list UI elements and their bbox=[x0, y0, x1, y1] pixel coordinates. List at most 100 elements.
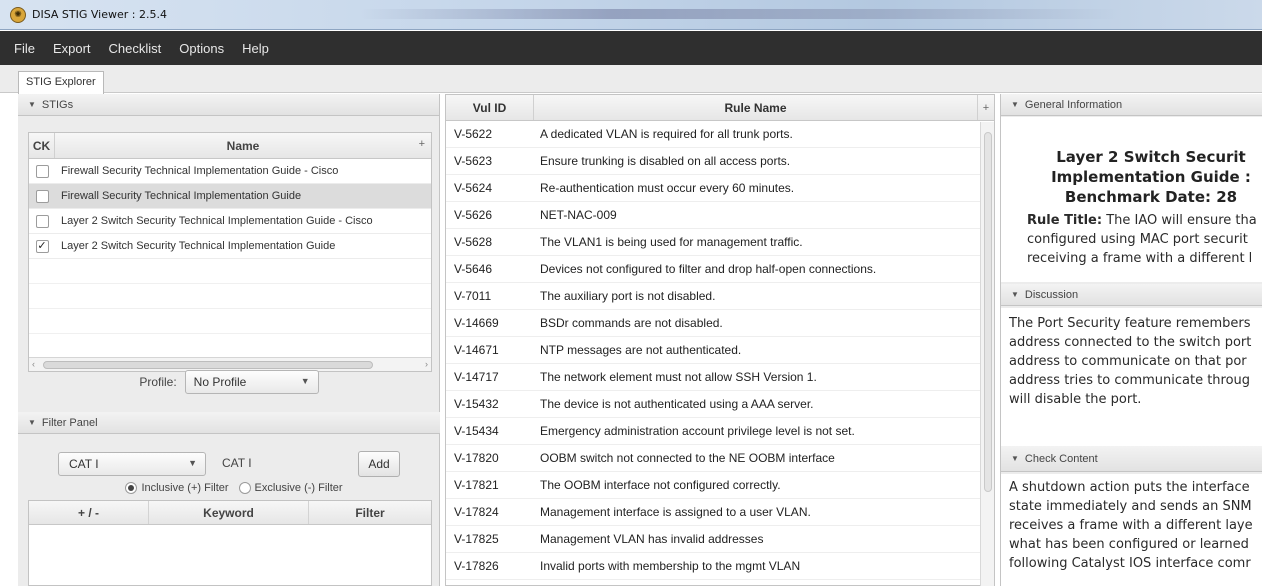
triangle-down-icon: ▼ bbox=[1011, 100, 1019, 109]
keyword-table-header: + / - Keyword Filter bbox=[29, 501, 431, 525]
general-information-body: Layer 2 Switch Securit Implementation Gu… bbox=[1001, 117, 1262, 282]
discussion-header[interactable]: ▼ Discussion bbox=[1001, 284, 1262, 306]
check-content-header[interactable]: ▼ Check Content bbox=[1001, 446, 1262, 472]
rule-name: A dedicated VLAN is required for all tru… bbox=[540, 127, 793, 141]
empty-row bbox=[29, 284, 431, 309]
column-header-name-label: Name bbox=[226, 138, 260, 153]
triangle-down-icon: ▼ bbox=[1011, 454, 1019, 463]
rule-vul-id: V-5623 bbox=[454, 154, 493, 168]
rule-title-line: configured using MAC port securit bbox=[1027, 232, 1248, 247]
rule-row[interactable]: V-17825 Management VLAN has invalid addre… bbox=[446, 526, 994, 553]
stig-checkbox[interactable] bbox=[35, 214, 49, 228]
stig-name: Firewall Security Technical Implementati… bbox=[61, 165, 339, 177]
stig-title-block: Layer 2 Switch Securit Implementation Gu… bbox=[1011, 147, 1262, 207]
keyword-filter-table: + / - Keyword Filter bbox=[28, 500, 432, 586]
stig-row[interactable]: Firewall Security Technical Implementati… bbox=[29, 184, 431, 209]
rule-row[interactable]: V-5624 Re-authentication must occur every… bbox=[446, 175, 994, 202]
check-content-text-line: state immediately and sends an SNM bbox=[1009, 499, 1252, 514]
window-title-bar: ✺ DISA STIG Viewer : 2.5.4 bbox=[0, 0, 1262, 30]
column-header-vul-id[interactable]: Vul ID bbox=[446, 95, 534, 120]
column-header-filter[interactable]: Filter bbox=[309, 501, 431, 524]
rule-row[interactable]: V-14671 NTP messages are not authenticate… bbox=[446, 337, 994, 364]
add-filter-button[interactable]: Add bbox=[358, 451, 400, 477]
rule-vul-id: V-15434 bbox=[454, 424, 499, 438]
profile-select-value: No Profile bbox=[193, 375, 247, 389]
scrollbar-thumb[interactable] bbox=[984, 132, 992, 492]
general-information-header[interactable]: ▼ General Information bbox=[1001, 94, 1262, 116]
rule-row[interactable]: V-17824 Management interface is assigned … bbox=[446, 499, 994, 526]
plus-icon[interactable]: + bbox=[978, 95, 994, 120]
rule-vul-id: V-14671 bbox=[454, 343, 499, 357]
exclusive-filter-radio[interactable] bbox=[238, 482, 251, 494]
rule-row[interactable]: V-17827The management VLAN is not pruned… bbox=[446, 580, 994, 586]
stig-checkbox[interactable] bbox=[35, 189, 49, 203]
rule-row[interactable]: V-14717 The network element must not allo… bbox=[446, 364, 994, 391]
plus-icon[interactable]: + bbox=[419, 138, 425, 150]
rule-row[interactable]: V-17820 OOBM switch not connected to the … bbox=[446, 445, 994, 472]
filter-panel-header[interactable]: ▼ Filter Panel bbox=[18, 412, 440, 434]
rule-title-line: receiving a frame with a different l bbox=[1027, 251, 1253, 266]
check-content-body: A shutdown action puts the interface stat… bbox=[1001, 474, 1262, 586]
stig-checkbox[interactable] bbox=[35, 164, 49, 178]
column-header-plus-minus[interactable]: + / - bbox=[29, 501, 149, 524]
rule-row[interactable]: V-5623 Ensure trunking is disabled on all… bbox=[446, 148, 994, 175]
rule-name: Ensure trunking is disabled on all acces… bbox=[540, 154, 791, 168]
stig-row[interactable]: Layer 2 Switch Security Technical Implem… bbox=[29, 209, 431, 234]
rule-row[interactable]: V-7011 The auxiliary port is not disabled… bbox=[446, 283, 994, 310]
rule-row[interactable]: V-17821 The OOBM interface not configured… bbox=[446, 472, 994, 499]
stigs-panel-header[interactable]: ▼ STIGs bbox=[18, 94, 439, 116]
check-content-title: Check Content bbox=[1024, 452, 1098, 465]
category-value: CAT I bbox=[222, 456, 252, 470]
rules-panel: Vul ID Rule Name + V-5622 A dedicated VLA… bbox=[445, 94, 995, 586]
discussion-body: The Port Security feature remembers addre… bbox=[1001, 308, 1262, 446]
discussion-title: Discussion bbox=[1024, 288, 1079, 301]
rule-row[interactable]: V-17826 Invalid ports with membership to … bbox=[446, 553, 994, 580]
rule-title-block: Rule Title: The IAO will ensure tha conf… bbox=[1001, 211, 1262, 268]
column-header-keyword[interactable]: Keyword bbox=[149, 501, 309, 524]
rule-name: Emergency administration account privile… bbox=[540, 424, 855, 438]
stig-checkbox[interactable]: ✓ bbox=[35, 239, 49, 253]
stig-row[interactable]: ✓ Layer 2 Switch Security Technical Imple… bbox=[29, 234, 431, 259]
window-title: DISA STIG Viewer : 2.5.4 bbox=[32, 8, 167, 21]
menu-file[interactable]: File bbox=[14, 41, 35, 56]
rule-name: Invalid ports with membership to the mgm… bbox=[540, 559, 801, 573]
stig-table: CK Name + Firewall Security Technical Im… bbox=[28, 132, 432, 372]
stig-title-line: Implementation Guide : bbox=[1051, 168, 1251, 186]
menu-export[interactable]: Export bbox=[53, 41, 91, 56]
category-select[interactable]: CAT I ▼ bbox=[58, 452, 206, 476]
rule-vul-id: V-5626 bbox=[454, 208, 493, 222]
stig-row[interactable]: Firewall Security Technical Implementati… bbox=[29, 159, 431, 184]
rule-row[interactable]: V-5646 Devices not configured to filter a… bbox=[446, 256, 994, 283]
filter-mode-radio-group: Inclusive (+) Filter Exclusive (-) Filte… bbox=[18, 478, 440, 498]
profile-select[interactable]: No Profile ▼ bbox=[184, 370, 319, 394]
rule-row[interactable]: V-14669 BSDr commands are not disabled. bbox=[446, 310, 994, 337]
check-content-text-line: following Catalyst IOS interface comr bbox=[1009, 556, 1251, 571]
inclusive-filter-radio[interactable] bbox=[125, 482, 138, 494]
rule-name: Devices not configured to filter and dro… bbox=[540, 262, 877, 276]
tab-stig-explorer[interactable]: STIG Explorer bbox=[18, 71, 104, 94]
menu-help[interactable]: Help bbox=[242, 41, 269, 56]
rule-name: Management interface is assigned to a us… bbox=[540, 505, 811, 519]
rule-name: Re-authentication must occur every 60 mi… bbox=[540, 181, 795, 195]
profile-row: Profile: No Profile ▼ bbox=[18, 368, 440, 396]
vertical-scrollbar[interactable] bbox=[980, 122, 994, 586]
stigs-panel-title: STIGs bbox=[41, 98, 74, 111]
column-header-rule-name[interactable]: Rule Name bbox=[534, 95, 978, 120]
rule-vul-id: V-17820 bbox=[454, 451, 499, 465]
rule-row[interactable]: V-5628 The VLAN1 is being used for manage… bbox=[446, 229, 994, 256]
rule-row[interactable]: V-15432 The device is not authenticated u… bbox=[446, 391, 994, 418]
stig-name: Layer 2 Switch Security Technical Implem… bbox=[61, 215, 373, 227]
stig-checkbox-cell bbox=[29, 164, 55, 178]
stig-table-header: CK Name + bbox=[29, 133, 431, 159]
menu-checklist[interactable]: Checklist bbox=[109, 41, 162, 56]
rule-row[interactable]: V-5622 A dedicated VLAN is required for a… bbox=[446, 121, 994, 148]
column-header-ck[interactable]: CK bbox=[29, 133, 55, 158]
empty-row bbox=[29, 309, 431, 334]
menu-options[interactable]: Options bbox=[179, 41, 224, 56]
rule-vul-id: V-7011 bbox=[454, 289, 492, 303]
rule-row[interactable]: V-15434 Emergency administration account … bbox=[446, 418, 994, 445]
column-header-name[interactable]: Name + bbox=[55, 133, 431, 158]
rule-row[interactable]: V-5626 NET-NAC-009 bbox=[446, 202, 994, 229]
chevron-down-icon: ▼ bbox=[300, 376, 310, 386]
triangle-down-icon: ▼ bbox=[28, 418, 36, 427]
